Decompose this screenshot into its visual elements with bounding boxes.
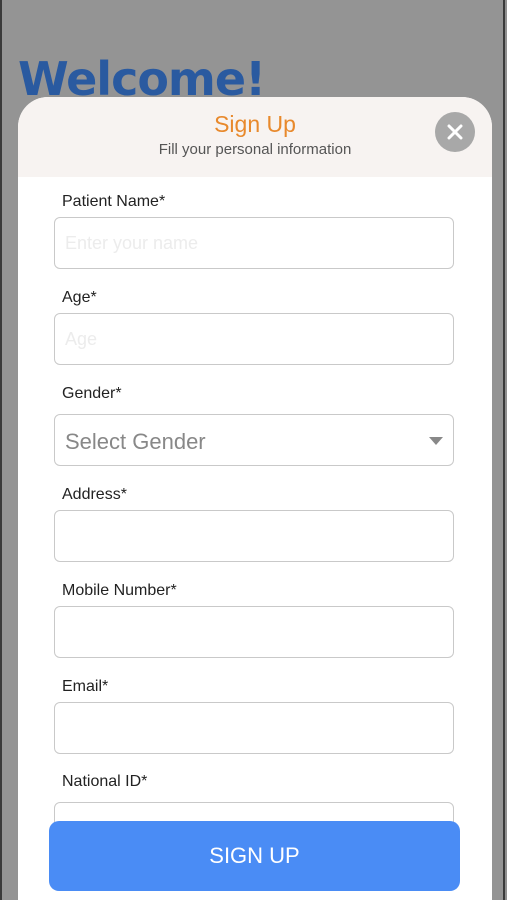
gender-select-value: Select Gender: [65, 429, 206, 454]
age-label: Age*: [62, 289, 97, 306]
close-button[interactable]: [435, 112, 475, 152]
app-screen: Welcome! Sign Up Fill your personal info…: [0, 0, 505, 900]
gender-label: Gender*: [62, 385, 122, 402]
address-label: Address*: [62, 486, 127, 503]
national-id-label: National ID*: [62, 773, 148, 790]
patient-name-input[interactable]: [55, 218, 453, 268]
mobile-label: Mobile Number*: [62, 582, 177, 599]
close-icon: [447, 124, 463, 140]
modal-subtitle: Fill your personal information: [158, 141, 352, 158]
patient-name-label: Patient Name*: [62, 193, 166, 210]
modal-header: Sign Up Fill your personal information: [18, 97, 492, 177]
modal-title: Sign Up: [214, 111, 296, 137]
age-input[interactable]: [55, 314, 453, 364]
mobile-input[interactable]: [55, 607, 453, 657]
signup-modal: Sign Up Fill your personal information P…: [18, 97, 492, 900]
mobile-field[interactable]: [54, 606, 454, 658]
chevron-down-icon: [429, 437, 443, 445]
email-label: Email*: [62, 678, 109, 695]
age-field[interactable]: [54, 313, 454, 365]
address-input[interactable]: [55, 511, 453, 561]
gender-select[interactable]: Select Gender: [54, 414, 454, 466]
email-input[interactable]: [55, 703, 453, 753]
address-field[interactable]: [54, 510, 454, 562]
email-field[interactable]: [54, 702, 454, 754]
sign-up-button[interactable]: SIGN UP: [49, 821, 460, 891]
patient-name-field[interactable]: [54, 217, 454, 269]
